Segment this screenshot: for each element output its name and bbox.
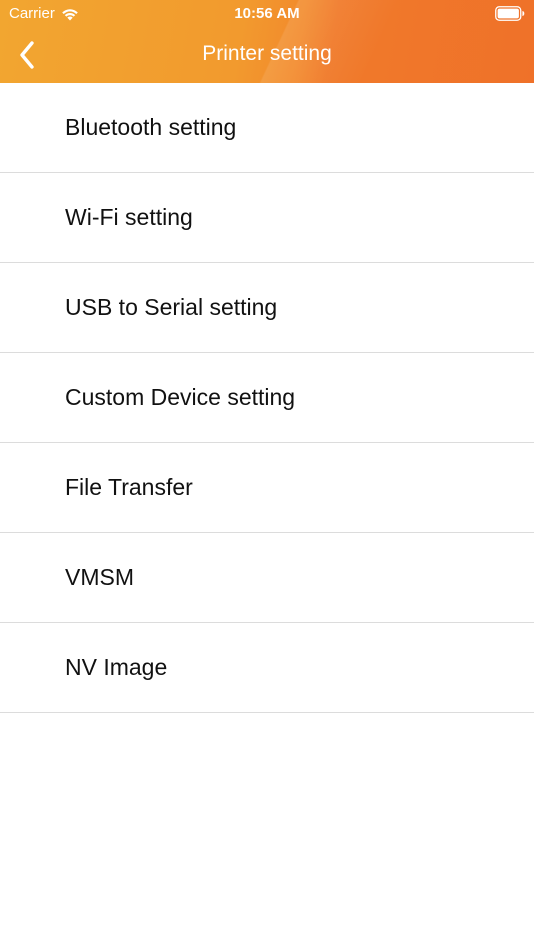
menu-item-bluetooth-setting[interactable]: Bluetooth setting	[0, 83, 534, 173]
menu-item-file-transfer[interactable]: File Transfer	[0, 443, 534, 533]
page-title: Printer setting	[202, 42, 332, 65]
status-bar: Carrier 10:56 AM	[0, 0, 534, 28]
menu-item-label: VMSM	[65, 564, 134, 590]
navigation-header: Carrier 10:56 AM Printer setting	[0, 0, 534, 83]
menu-item-label: USB to Serial setting	[65, 294, 278, 320]
settings-list: Bluetooth setting Wi-Fi setting USB to S…	[0, 83, 534, 713]
menu-item-usb-to-serial-setting[interactable]: USB to Serial setting	[0, 263, 534, 353]
menu-item-label: Custom Device setting	[65, 384, 296, 410]
menu-item-nv-image[interactable]: NV Image	[0, 623, 534, 713]
nav-bar: Printer setting	[0, 28, 534, 83]
menu-item-label: File Transfer	[65, 474, 193, 500]
status-time: 10:56 AM	[234, 5, 300, 22]
menu-item-label: Bluetooth setting	[65, 114, 237, 140]
battery-icon	[495, 6, 525, 21]
menu-item-custom-device-setting[interactable]: Custom Device setting	[0, 353, 534, 443]
menu-item-label: NV Image	[65, 654, 168, 680]
menu-item-wifi-setting[interactable]: Wi-Fi setting	[0, 173, 534, 263]
menu-item-label: Wi-Fi setting	[65, 204, 193, 230]
menu-item-vmsm[interactable]: VMSM	[0, 533, 534, 623]
